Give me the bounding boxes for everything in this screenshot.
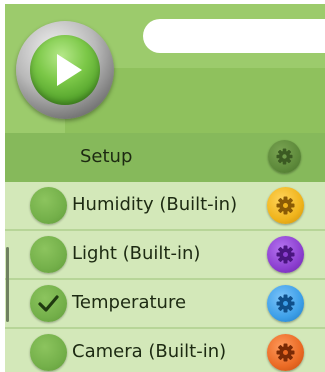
- gear-icon: [276, 294, 295, 313]
- checkbox-temperature[interactable]: [30, 285, 67, 322]
- scrollbar[interactable]: [6, 247, 9, 322]
- url-field[interactable]: [143, 19, 325, 53]
- temperature-settings-button[interactable]: [267, 285, 304, 322]
- setup-bar: Setup: [5, 133, 325, 182]
- header: [5, 4, 325, 133]
- sensor-row-light[interactable]: Light (Built-in): [5, 231, 325, 278]
- light-settings-button[interactable]: [267, 236, 304, 273]
- sensor-label: Humidity (Built-in): [72, 194, 238, 215]
- setup-gear-button[interactable]: [268, 140, 301, 173]
- checkbox-camera[interactable]: [30, 334, 67, 371]
- gear-icon: [276, 196, 295, 215]
- sensor-label: Light (Built-in): [72, 243, 201, 264]
- camera-settings-button[interactable]: [267, 334, 304, 371]
- checkbox-light[interactable]: [30, 236, 67, 273]
- sensor-row-camera[interactable]: Camera (Built-in): [5, 329, 325, 372]
- gear-icon: [276, 245, 295, 264]
- setup-label: Setup: [80, 146, 133, 167]
- play-icon: [30, 35, 100, 105]
- checkmark-icon: [38, 295, 59, 312]
- sensor-row-humidity[interactable]: Humidity (Built-in): [5, 182, 325, 229]
- sensor-label: Temperature: [72, 292, 187, 313]
- gear-icon: [276, 343, 295, 362]
- app-frame: Setup Humidity (Built-in) Light (Built-i…: [5, 4, 325, 372]
- gear-icon: [276, 148, 293, 165]
- sensor-label: Camera (Built-in): [72, 341, 227, 362]
- humidity-settings-button[interactable]: [267, 187, 304, 224]
- play-button[interactable]: [16, 21, 114, 119]
- sensor-row-temperature[interactable]: Temperature: [5, 280, 325, 327]
- checkbox-humidity[interactable]: [30, 187, 67, 224]
